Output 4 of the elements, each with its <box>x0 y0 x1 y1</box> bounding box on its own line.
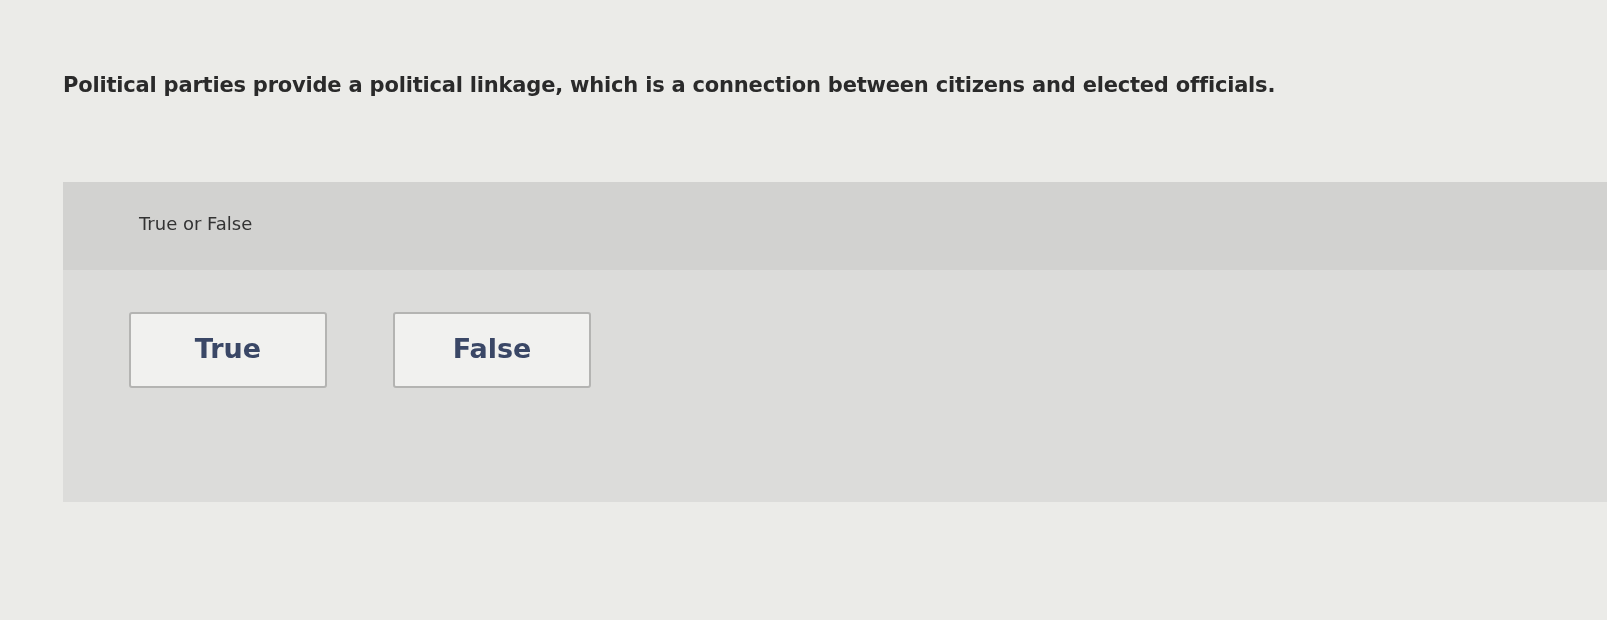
question-text: Political parties provide a political linkage, which is a connection between citizens and elected officials. <box>63 72 1277 99</box>
prompt-text: True or False <box>139 212 253 234</box>
answer-option[interactable]: False <box>393 311 591 388</box>
answer-option[interactable]: True <box>129 311 327 388</box>
